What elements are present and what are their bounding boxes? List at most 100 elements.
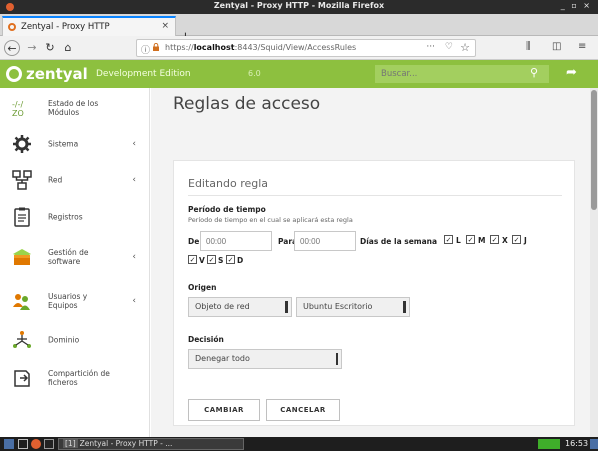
- show-desktop-icon[interactable]: [4, 439, 14, 449]
- origin-type-value: Objeto de red: [195, 302, 250, 311]
- from-time-input[interactable]: [200, 231, 272, 251]
- network-status-icon[interactable]: [538, 439, 560, 449]
- os-titlebar: Zentyal - Proxy HTTP - Mozilla Firefox _…: [0, 0, 598, 14]
- cancel-button[interactable]: CANCELAR: [266, 399, 340, 421]
- zentyal-favicon-icon: [8, 23, 16, 31]
- url-text: https://localhost:8443/Squid/View/Access…: [165, 43, 357, 52]
- day-label-m: M: [478, 236, 486, 245]
- period-label: Período de tiempo: [188, 205, 266, 214]
- decision-select[interactable]: Denegar todo: [188, 349, 342, 369]
- sidebar-item-label: Registros: [48, 212, 83, 222]
- day-checkbox-l[interactable]: ✓: [444, 235, 453, 244]
- dropdown-arrow-icon: [285, 301, 288, 313]
- firefox-launcher-icon[interactable]: [31, 439, 41, 449]
- day-label-j: J: [524, 236, 527, 245]
- scrollbar-thumb[interactable]: [591, 90, 597, 210]
- day-label-l: L: [456, 236, 461, 245]
- chevron-left-icon: ‹: [132, 296, 136, 306]
- sidebar-item-modules-status[interactable]: -/-/ ZO Estado de los Módulos: [0, 90, 150, 126]
- edition-label: Development Edition: [96, 69, 191, 79]
- pocket-icon[interactable]: ♡: [445, 42, 453, 52]
- dropdown-arrow-icon: [403, 301, 406, 313]
- lock-icon: [153, 43, 159, 51]
- sidebar-item-file-sharing[interactable]: Compartición de ficheros: [0, 360, 150, 396]
- modules-status-icon: -/-/ ZO: [12, 100, 24, 118]
- day-label-s: S: [218, 256, 224, 265]
- sidebar-item-label: Estado de los Módulos: [48, 99, 99, 117]
- domain-icon: [13, 331, 31, 348]
- decision-label: Decisión: [188, 335, 224, 344]
- sidebar-item-label: Usuarios y Equipos: [48, 292, 88, 310]
- navigation-bar: ← → ↻ ⌂ ⓘ https://localhost:8443/Squid/V…: [0, 36, 598, 60]
- window-number: [1]: [63, 439, 78, 448]
- back-icon[interactable]: ←: [4, 40, 20, 56]
- decision-value: Denegar todo: [195, 354, 250, 363]
- menu-icon[interactable]: ≡: [578, 41, 586, 52]
- chevron-left-icon: ‹: [132, 252, 136, 262]
- day-checkbox-d[interactable]: ✓: [226, 255, 235, 264]
- more-icon[interactable]: ···: [426, 42, 435, 52]
- edit-rule-panel: Editando regla Período de tiempo Período…: [173, 160, 575, 426]
- day-checkbox-v[interactable]: ✓: [188, 255, 197, 264]
- window-controls[interactable]: _ ▫ ×: [561, 1, 592, 10]
- chevron-left-icon: ‹: [132, 139, 136, 149]
- reload-icon[interactable]: ↻: [42, 40, 58, 56]
- panel-title: Editando regla: [188, 177, 269, 190]
- taskbar-window-button[interactable]: [1] Zentyal - Proxy HTTP - ...: [58, 438, 244, 450]
- sidebar-icon[interactable]: ◫: [552, 41, 561, 52]
- forward-icon[interactable]: →: [24, 40, 40, 56]
- day-label-x: X: [502, 236, 508, 245]
- sidebar-item-domain[interactable]: Dominio: [0, 322, 150, 358]
- period-help: Período de tiempo en el cual se aplicará…: [188, 216, 353, 224]
- tray-icon[interactable]: [590, 439, 598, 449]
- zentyal-header: zentyal Development Edition 6.0 ⚲ ➦: [0, 60, 598, 88]
- zentyal-logo[interactable]: zentyal: [26, 65, 88, 83]
- to-time-input[interactable]: [294, 231, 356, 251]
- users-icon: [13, 294, 30, 310]
- from-label: De: [188, 237, 200, 246]
- taskbar-window-label: Zentyal - Proxy HTTP - ...: [79, 439, 173, 448]
- sidebar-item-software[interactable]: Gestión de software ‹: [0, 239, 150, 275]
- library-icon[interactable]: ⫼: [526, 41, 531, 52]
- sidebar-item-network[interactable]: Red ‹: [0, 162, 150, 198]
- file-manager-icon[interactable]: [18, 439, 28, 449]
- origin-object-select[interactable]: Ubuntu Escritorio: [296, 297, 410, 317]
- version-label: 6.0: [248, 69, 261, 78]
- sidebar-item-system[interactable]: Sistema ‹: [0, 126, 150, 162]
- day-checkbox-m[interactable]: ✓: [466, 235, 475, 244]
- tab-title: Zentyal - Proxy HTTP: [21, 22, 110, 32]
- origin-label: Origen: [188, 283, 217, 292]
- days-label: Días de la semana: [360, 237, 438, 246]
- origin-object-value: Ubuntu Escritorio: [303, 302, 373, 311]
- origin-type-select[interactable]: Objeto de red: [188, 297, 292, 317]
- logs-icon: [14, 207, 30, 227]
- search-input[interactable]: [375, 65, 549, 83]
- tab-close-icon[interactable]: ×: [161, 21, 169, 31]
- svg-text:-/-/: -/-/: [12, 100, 23, 109]
- home-icon[interactable]: ⌂: [60, 40, 76, 56]
- info-icon[interactable]: ⓘ: [141, 43, 150, 56]
- day-checkbox-s[interactable]: ✓: [207, 255, 216, 264]
- browser-tab[interactable]: Zentyal - Proxy HTTP ×: [2, 16, 176, 36]
- svg-text:ZO: ZO: [12, 109, 24, 118]
- file-share-icon: [14, 370, 30, 387]
- day-label-d: D: [237, 256, 244, 265]
- search-icon[interactable]: ⚲: [530, 66, 538, 79]
- tab-bar: Zentyal - Proxy HTTP × +: [0, 14, 598, 45]
- package-icon: [13, 249, 31, 265]
- main-content: Reglas de acceso Editando regla Período …: [151, 88, 598, 437]
- sidebar-item-users[interactable]: Usuarios y Equipos ‹: [0, 283, 150, 319]
- page-scrollbar[interactable]: [590, 88, 598, 437]
- day-checkbox-j[interactable]: ✓: [512, 235, 521, 244]
- url-bar[interactable]: ⓘ https://localhost:8443/Squid/View/Acce…: [136, 39, 476, 57]
- sidebar-item-logs[interactable]: Registros: [0, 199, 150, 235]
- sidebar: -/-/ ZO Estado de los Módulos Sistema ‹ …: [0, 88, 150, 437]
- gear-icon: [13, 135, 31, 153]
- day-checkbox-x[interactable]: ✓: [490, 235, 499, 244]
- logout-icon[interactable]: ➦: [566, 65, 577, 80]
- sidebar-item-label: Red: [48, 175, 63, 185]
- change-button[interactable]: CAMBIAR: [188, 399, 260, 421]
- star-icon[interactable]: ☆: [460, 41, 470, 54]
- dropdown-arrow-icon: [336, 353, 338, 365]
- terminal-icon[interactable]: [44, 439, 54, 449]
